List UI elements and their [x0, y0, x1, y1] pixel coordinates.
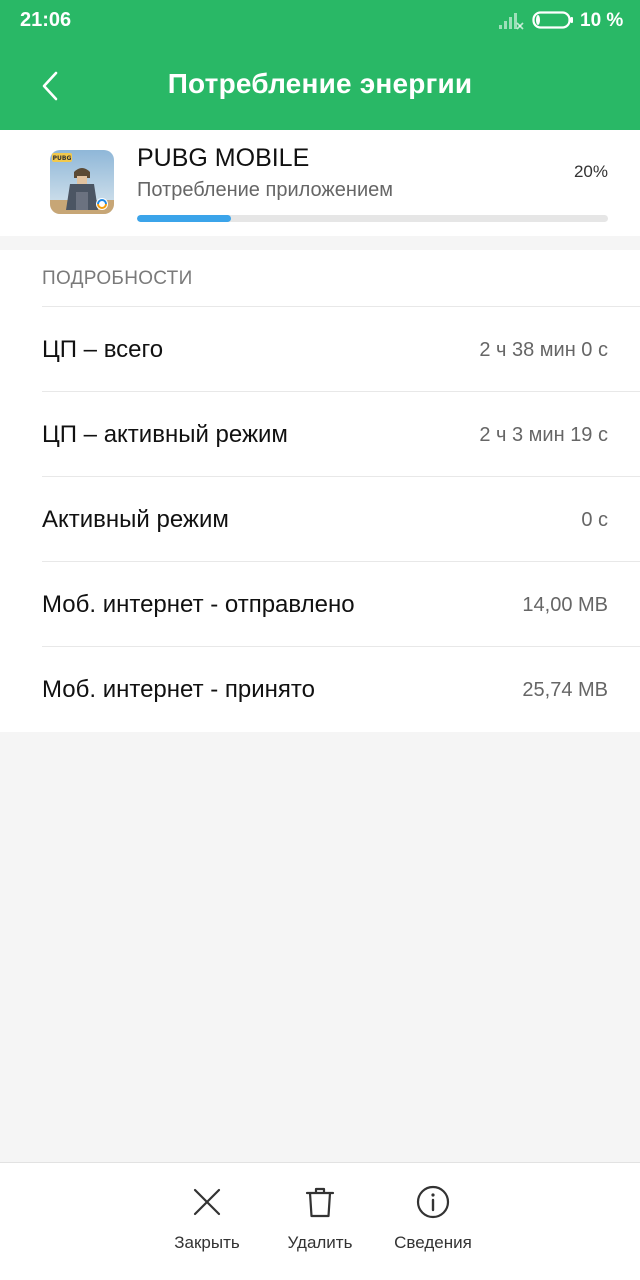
svg-text:PUBG: PUBG [53, 155, 72, 162]
close-button[interactable]: Закрыть [152, 1185, 262, 1253]
delete-label: Удалить [287, 1233, 353, 1252]
detail-value: 2 ч 38 мин 0 с [479, 339, 608, 361]
detail-row-cpu-foreground: ЦП – активный режим 2 ч 3 мин 19 с [42, 391, 640, 476]
close-label: Закрыть [174, 1233, 240, 1252]
signal-icon [499, 13, 524, 30]
delete-button[interactable]: Удалить [265, 1185, 375, 1253]
detail-row-mobile-received: Моб. интернет - принято 25,74 MB [42, 646, 640, 731]
usage-progress-bar [137, 215, 608, 222]
detail-value: 14,00 MB [522, 594, 608, 616]
detail-value: 0 с [581, 509, 608, 531]
bottom-action-bar: Закрыть Удалить Сведения [0, 1162, 640, 1280]
details-section: ПОДРОБНОСТИ ЦП – всего 2 ч 38 мин 0 с ЦП… [0, 250, 640, 732]
status-bar: 21:06 10 % [0, 0, 640, 40]
pubg-app-icon: PUBG [50, 150, 114, 214]
detail-value: 25,74 MB [522, 679, 608, 701]
detail-label: ЦП – всего [42, 336, 164, 363]
detail-label: ЦП – активный режим [42, 421, 288, 448]
details-heading: ПОДРОБНОСТИ [42, 268, 193, 289]
info-button[interactable]: Сведения [378, 1185, 488, 1253]
app-name: PUBG MOBILE [137, 144, 310, 172]
info-icon [416, 1185, 450, 1219]
detail-label: Моб. интернет - отправлено [42, 591, 355, 618]
app-icon: PUBG [50, 150, 114, 214]
battery-percent: 10 % [580, 10, 624, 31]
page-title: Потребление энергии [167, 68, 473, 99]
app-usage-card: PUBG PUBG MOBILE Потребление приложением… [0, 130, 640, 236]
detail-label: Активный режим [42, 506, 229, 533]
info-label: Сведения [394, 1233, 472, 1252]
details-list: ЦП – всего 2 ч 38 мин 0 с ЦП – активный … [0, 306, 640, 731]
app-bar: Потребление энергии [0, 40, 640, 130]
detail-row-mobile-sent: Моб. интернет - отправлено 14,00 MB [42, 561, 640, 646]
battery-icon [532, 11, 573, 29]
trash-icon [305, 1187, 335, 1218]
app-usage-percent: 20% [573, 162, 608, 181]
usage-progress-fill [137, 215, 232, 222]
close-icon [193, 1188, 221, 1216]
detail-value: 2 ч 3 мин 19 с [479, 424, 608, 446]
app-usage-subtitle: Потребление приложением [137, 179, 393, 201]
status-time: 21:06 [20, 9, 72, 31]
detail-row-cpu-total: ЦП – всего 2 ч 38 мин 0 с [42, 306, 640, 391]
detail-label: Моб. интернет - принято [42, 676, 315, 703]
detail-row-active-mode: Активный режим 0 с [42, 476, 640, 561]
